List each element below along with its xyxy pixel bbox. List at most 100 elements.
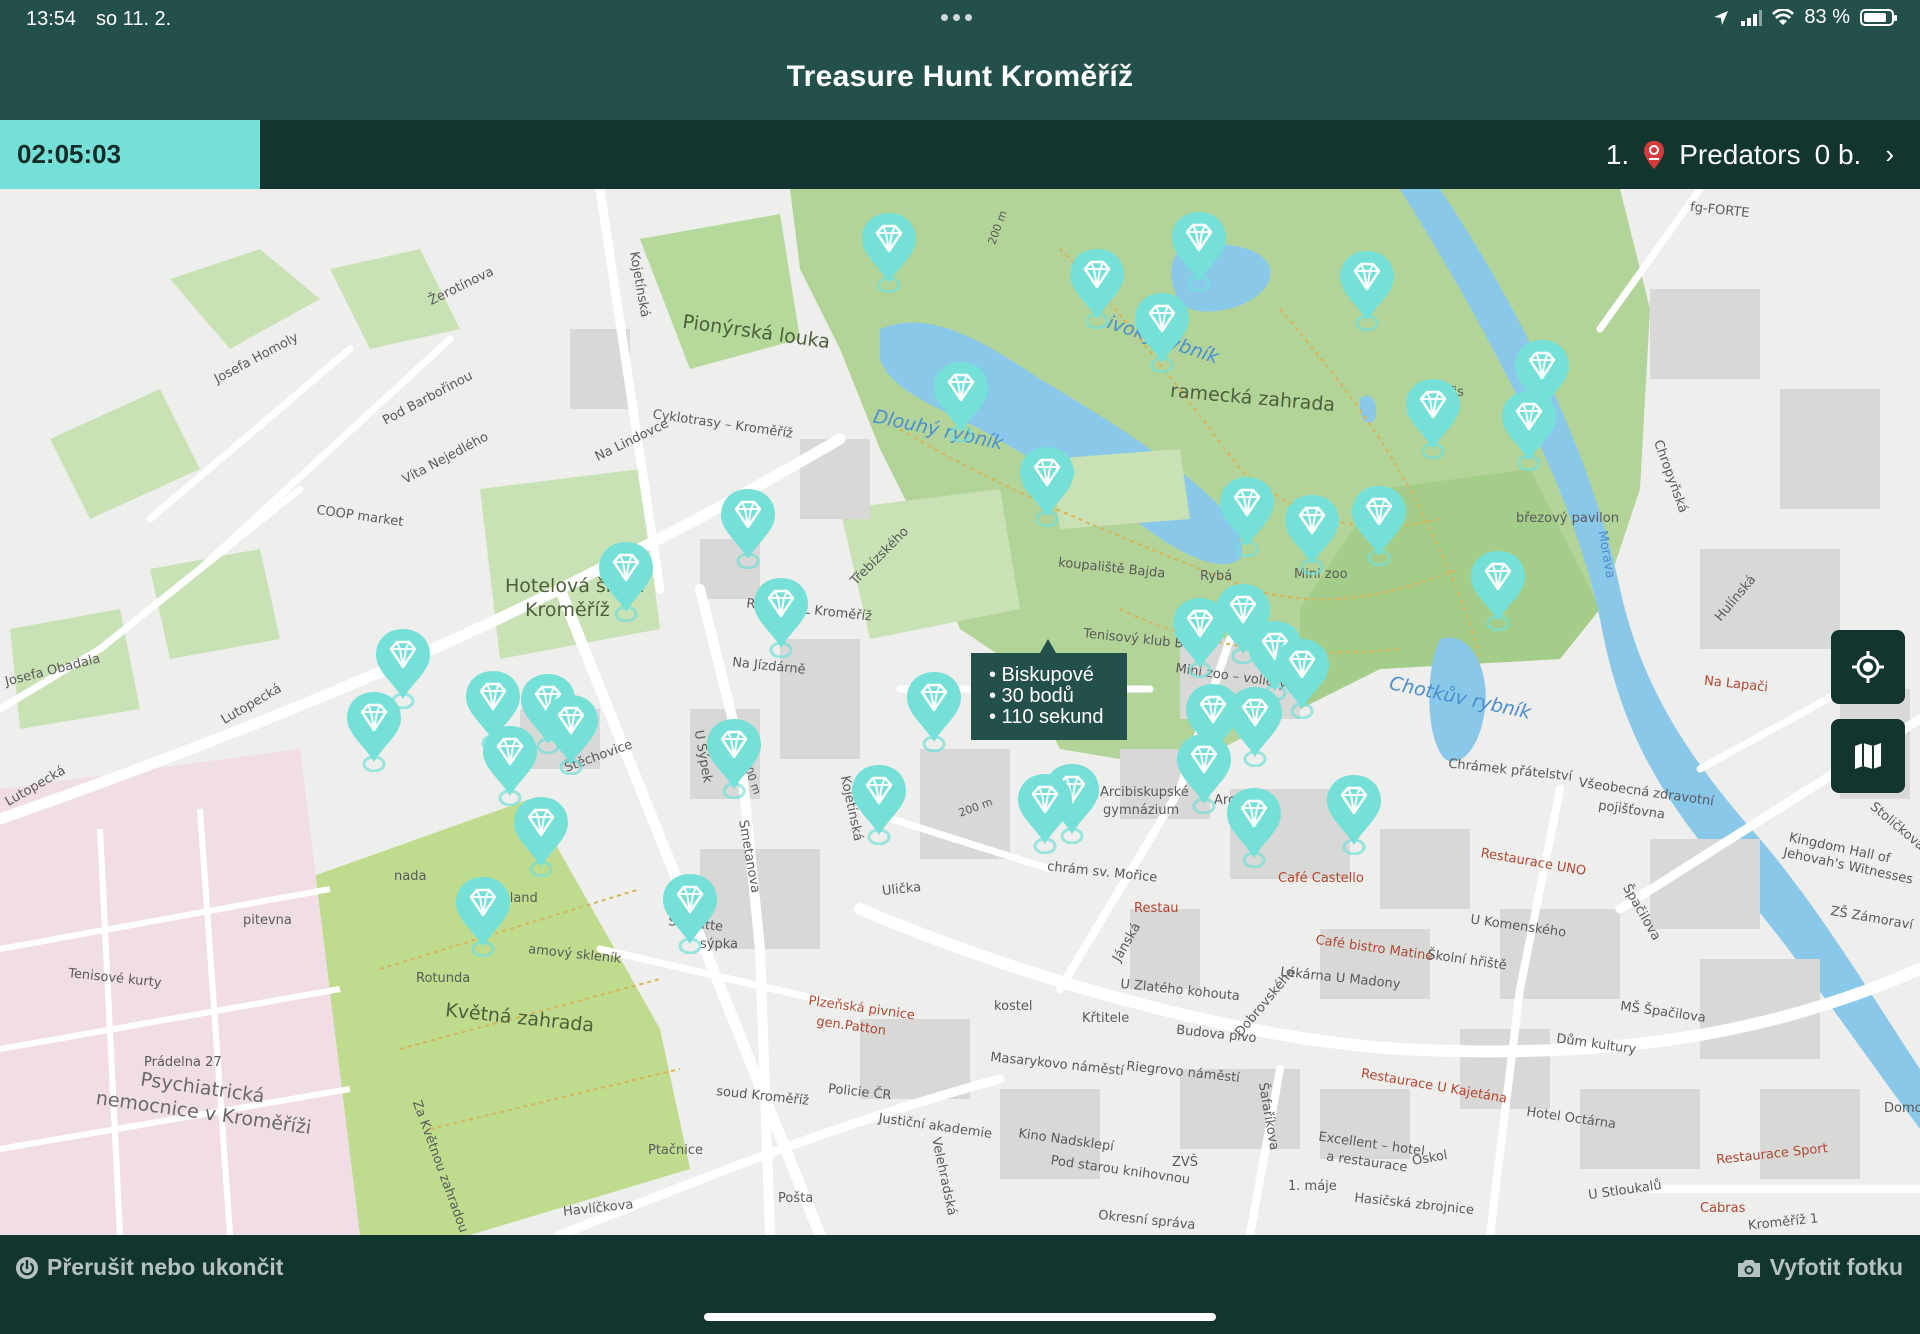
battery-icon [1860,9,1897,26]
tooltip-points: • 30 bodů [989,685,1074,707]
abort-button[interactable]: Přerušit nebo ukončit [15,1254,283,1281]
game-bar: 02:05:03 1. Predators 0 b. › [0,120,1920,189]
status-bar: 13:54 so 11. 2. 83 % [0,0,1920,40]
map-layers-button[interactable] [1831,719,1905,793]
treasure-marker[interactable] [512,795,570,878]
treasure-marker[interactable] [1226,685,1284,768]
map-label-kostel: kostel [994,999,1033,1014]
diamond-icon [1220,477,1274,558]
treasure-marker[interactable] [905,670,963,753]
map-label-rotunda: Rotunda [416,971,471,986]
team-ranking-button[interactable]: 1. Predators 0 b. › [1606,120,1894,189]
diamond-icon [1352,486,1406,567]
diamond-icon [1135,293,1189,374]
diamond-icon [1471,551,1525,632]
diamond-icon [483,726,537,807]
treasure-marker[interactable] [542,693,600,776]
treasure-marker[interactable] [1350,484,1408,567]
multitasking-dots-icon[interactable] [941,14,972,21]
diamond-icon [934,362,988,443]
map-label-cabras: Cabras [1700,1201,1746,1216]
diamond-icon [1018,774,1072,855]
treasure-marker[interactable] [481,724,539,807]
treasure-marker[interactable] [1133,291,1191,374]
diamond-icon [852,765,906,846]
team-rank: 1. [1605,138,1630,170]
map-label-brizovy-pavilon: březový pavilon [1516,511,1619,526]
diamond-icon [1070,249,1124,330]
diamond-icon [862,213,916,294]
map-icon [1855,743,1881,769]
diamond-icon [599,542,653,623]
map-label-1-maje: 1. máje [1288,1179,1337,1194]
treasure-marker[interactable] [1018,445,1076,528]
treasure-marker[interactable] [1016,772,1074,855]
map-label-nada: nada [394,869,427,884]
map-label-domov: Domov d [1884,1101,1920,1116]
treasure-marker[interactable] [705,717,763,800]
diamond-icon [1327,775,1381,856]
diamond-icon [754,578,808,659]
treasure-marker[interactable] [752,576,810,659]
diamond-icon [707,719,761,800]
diamond-icon [1340,251,1394,332]
treasure-marker[interactable] [661,872,719,955]
camera-icon [1737,1259,1760,1277]
treasure-marker[interactable] [1068,247,1126,330]
treasure-marker[interactable] [850,763,908,846]
treasure-marker[interactable] [1218,475,1276,558]
treasure-tooltip: • Biskupové • 30 bodů • 110 sekund [971,639,1127,740]
team-score: 0 b. [1814,138,1862,170]
take-photo-label: Vyfotit fotku [1769,1254,1903,1280]
chevron-right-icon: › [1885,139,1894,169]
diamond-icon [663,874,717,955]
home-indicator[interactable] [704,1313,1216,1321]
map-label-pitevna: pitevna [243,913,292,928]
status-date: so 11. 2. [96,8,172,30]
treasure-marker[interactable] [932,360,990,443]
battery-percent: 83 % [1804,6,1850,28]
map-label-krtitele: Křtitele [1082,1011,1130,1026]
team-name: Predators [1679,138,1801,170]
tooltip-time: • 110 sekund [989,706,1104,728]
treasure-marker[interactable] [1469,549,1527,632]
diamond-icon [514,797,568,878]
treasure-marker[interactable] [454,875,512,958]
treasure-marker[interactable] [1338,249,1396,332]
bottom-bar: Přerušit nebo ukončit Vyfotit fotku [0,1235,1920,1334]
take-photo-button[interactable]: Vyfotit fotku [1736,1254,1903,1281]
map-view[interactable]: Pionýrská louka Dlouhý rybník ramecká za… [0,189,1920,1235]
map-label-gymnazium: gymnázium [1103,803,1180,818]
diamond-icon [456,877,510,958]
diamond-icon [1228,687,1282,768]
diamond-icon [1227,788,1281,869]
treasure-marker[interactable] [345,690,403,773]
diamond-icon [721,489,775,570]
tooltip-team: • Biskupové [989,664,1094,686]
location-arrow-icon [1714,10,1729,25]
crosshair-icon [1852,651,1884,683]
treasure-marker[interactable] [1283,493,1341,576]
treasure-marker[interactable] [597,540,655,623]
app-header: Treasure Hunt Kroměříž [0,40,1920,120]
diamond-icon [1285,495,1339,576]
treasure-marker[interactable] [1500,389,1558,472]
diamond-icon [347,692,401,773]
status-icons: 83 % [1712,6,1897,29]
page-title: Treasure Hunt Kroměříž [786,60,1134,93]
countdown-timer: 02:05:03 [0,120,260,189]
treasure-marker[interactable] [860,211,918,294]
treasure-marker[interactable] [1225,786,1283,869]
treasure-marker[interactable] [1404,377,1462,460]
diamond-icon [1020,447,1074,528]
map-label-cafe-castello: Café Castello [1278,871,1364,886]
team-pin-icon [1644,140,1665,169]
treasure-marker[interactable] [1170,210,1228,293]
map-label-ptacnice: Ptačnice [648,1143,704,1158]
diamond-icon [1502,391,1556,472]
treasure-marker[interactable] [1325,773,1383,856]
status-time: 13:54 [26,8,77,30]
treasure-marker[interactable] [719,487,777,570]
locate-me-button[interactable] [1831,630,1905,704]
wifi-icon [1772,9,1795,25]
